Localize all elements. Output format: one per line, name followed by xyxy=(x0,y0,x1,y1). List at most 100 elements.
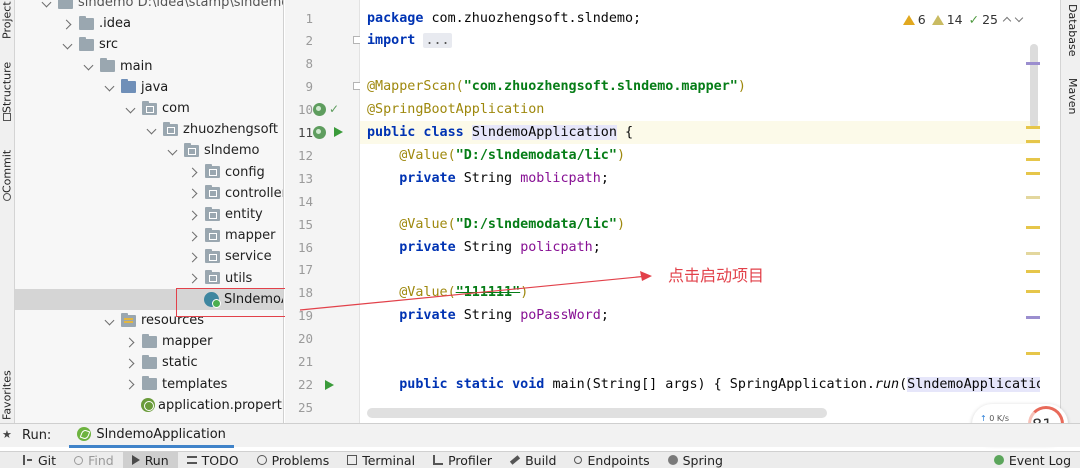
tree-item[interactable]: service xyxy=(15,246,283,267)
chevron-right-icon[interactable] xyxy=(187,250,201,264)
code-editor[interactable]: public static void main(String[] args) {… xyxy=(360,0,1040,423)
code-line[interactable]: @Value("D:/slndemodata/lic") xyxy=(360,144,1040,167)
bottom-tab-problems[interactable]: Problems xyxy=(248,452,339,468)
error-stripe[interactable] xyxy=(1026,226,1040,229)
chevron-down-icon[interactable] xyxy=(82,59,96,73)
chevron-right-icon[interactable] xyxy=(124,377,138,391)
run-config-tab[interactable]: SlndemoApplication xyxy=(69,424,234,448)
tree-item[interactable]: mapper xyxy=(15,331,283,352)
bottom-tab-run[interactable]: Run xyxy=(122,452,178,468)
chevron-right-icon[interactable] xyxy=(187,208,201,222)
spring-boot-icon[interactable] xyxy=(313,126,326,139)
run-class-icon[interactable] xyxy=(334,127,343,137)
chevron-right-icon[interactable] xyxy=(187,229,201,243)
inspection-widget[interactable]: 6 14 ✓ 25 xyxy=(902,12,1024,27)
vertical-scrollbar[interactable] xyxy=(1030,44,1038,128)
bottom-tab-todo[interactable]: TODO xyxy=(178,452,248,468)
error-stripe[interactable] xyxy=(1026,126,1040,129)
weak-warnings-count[interactable]: 14 xyxy=(931,12,963,27)
tree-item[interactable]: mapper xyxy=(15,225,283,246)
bottom-tab-build[interactable]: Build xyxy=(501,452,565,468)
code-line[interactable]: private String poPassWord; xyxy=(360,304,1040,327)
tree-item[interactable]: templates xyxy=(15,374,283,395)
error-stripe[interactable] xyxy=(1026,316,1040,319)
typos-count[interactable]: ✓ 25 xyxy=(969,12,998,27)
chevron-down-icon[interactable] xyxy=(145,123,159,137)
chevron-right-icon[interactable] xyxy=(61,17,75,31)
tree-item[interactable]: utils xyxy=(15,268,283,289)
bottom-tab-event-log[interactable]: Event Log xyxy=(985,452,1080,468)
tree-item[interactable]: controller xyxy=(15,183,283,204)
bottom-tab-terminal[interactable]: Terminal xyxy=(338,452,424,468)
code-line[interactable]: @SpringBootApplication xyxy=(360,98,1040,121)
maven-tool-tab[interactable]: Maven xyxy=(1063,78,1079,114)
tree-item[interactable]: entity xyxy=(15,204,283,225)
star-icon[interactable]: ★ xyxy=(2,428,12,441)
run-main-icon[interactable] xyxy=(325,380,334,390)
bottom-tab-git[interactable]: Git xyxy=(14,452,65,468)
commit-tool-tab[interactable]: Commit xyxy=(0,146,15,208)
tree-item[interactable]: zhuozhengsoft xyxy=(15,119,283,140)
chevron-right-icon[interactable] xyxy=(187,186,201,200)
error-stripe[interactable] xyxy=(1026,290,1040,293)
tree-item[interactable]: slndemo xyxy=(15,140,283,161)
chevron-down-icon[interactable] xyxy=(103,314,117,328)
code-line[interactable]: @Value("D:/slndemodata/lic") xyxy=(360,213,1040,236)
chevron-right-icon[interactable] xyxy=(187,271,201,285)
bottom-tab-endpoints[interactable]: Endpoints xyxy=(565,452,658,468)
tree-item[interactable]: src xyxy=(15,34,283,55)
chevron-right-icon[interactable] xyxy=(124,335,138,349)
code-line[interactable]: private String policpath; xyxy=(360,236,1040,259)
code-line[interactable]: public class SlndemoApplication { xyxy=(360,121,1040,144)
chevron-down-icon[interactable] xyxy=(1014,13,1024,23)
tree-item[interactable]: java xyxy=(15,77,283,98)
code-line[interactable] xyxy=(360,350,1040,373)
chevron-down-icon[interactable] xyxy=(103,80,117,94)
error-stripe[interactable] xyxy=(1026,252,1040,255)
tree-item[interactable]: com xyxy=(15,98,283,119)
chevron-down-icon[interactable] xyxy=(40,0,54,10)
error-stripe[interactable] xyxy=(1026,140,1040,143)
tree-item[interactable]: main xyxy=(15,56,283,77)
tree-item[interactable]: SlndemoAppl xyxy=(15,288,283,310)
error-stripe[interactable] xyxy=(1026,62,1040,65)
code-line[interactable] xyxy=(360,190,1040,213)
chevron-right-icon[interactable] xyxy=(124,356,138,370)
chevron-down-icon[interactable] xyxy=(61,38,75,52)
horizontal-scrollbar[interactable] xyxy=(367,408,827,418)
spring-bean-icon[interactable] xyxy=(313,103,326,116)
error-stripe[interactable] xyxy=(1026,352,1040,355)
code-token: ) xyxy=(616,147,625,163)
bottom-tab-spring[interactable]: Spring xyxy=(659,452,732,468)
chevron-down-icon[interactable] xyxy=(166,144,180,158)
structure-tool-tab[interactable]: Structure xyxy=(0,58,15,128)
code-token[interactable]: ... xyxy=(423,33,452,49)
warnings-count[interactable]: 6 xyxy=(902,12,926,27)
line-number: 20 xyxy=(297,331,313,347)
chevron-up-icon[interactable] xyxy=(1002,16,1012,26)
tree-item[interactable]: resources xyxy=(15,310,283,331)
project-tool-tab[interactable]: Project xyxy=(0,0,15,40)
chevron-down-icon[interactable] xyxy=(124,102,138,116)
error-stripe[interactable] xyxy=(1026,158,1040,161)
chevron-right-icon[interactable] xyxy=(187,165,201,179)
error-stripe[interactable] xyxy=(1026,196,1040,199)
error-stripe[interactable] xyxy=(1026,270,1040,273)
tree-item[interactable]: application.properties xyxy=(15,395,283,416)
error-stripe[interactable] xyxy=(1026,172,1040,175)
tree-item[interactable]: slndemo D:\idea\stamp\slndemo xyxy=(15,0,283,13)
code-line[interactable] xyxy=(360,327,1040,350)
code-line[interactable]: @MapperScan("com.zhuozhengsoft.slndemo.m… xyxy=(360,75,1040,98)
bottom-tab-profiler[interactable]: Profiler xyxy=(424,452,501,468)
tree-item[interactable]: static xyxy=(15,352,283,373)
tree-item[interactable]: config xyxy=(15,162,283,183)
code-line[interactable]: public static void main(String[] args) {… xyxy=(360,373,1040,396)
bottom-tab-find[interactable]: Find xyxy=(65,452,123,468)
spring-config-icon[interactable]: ✓ xyxy=(329,102,339,116)
code-line[interactable]: private String moblicpath; xyxy=(360,167,1040,190)
tree-item[interactable]: .idea xyxy=(15,13,283,34)
database-tool-tab[interactable]: Database xyxy=(1063,4,1079,57)
code-line[interactable]: import ... xyxy=(360,29,1040,52)
code-line[interactable] xyxy=(360,52,1040,75)
favorites-tool-tab[interactable]: Favorites xyxy=(0,370,15,420)
